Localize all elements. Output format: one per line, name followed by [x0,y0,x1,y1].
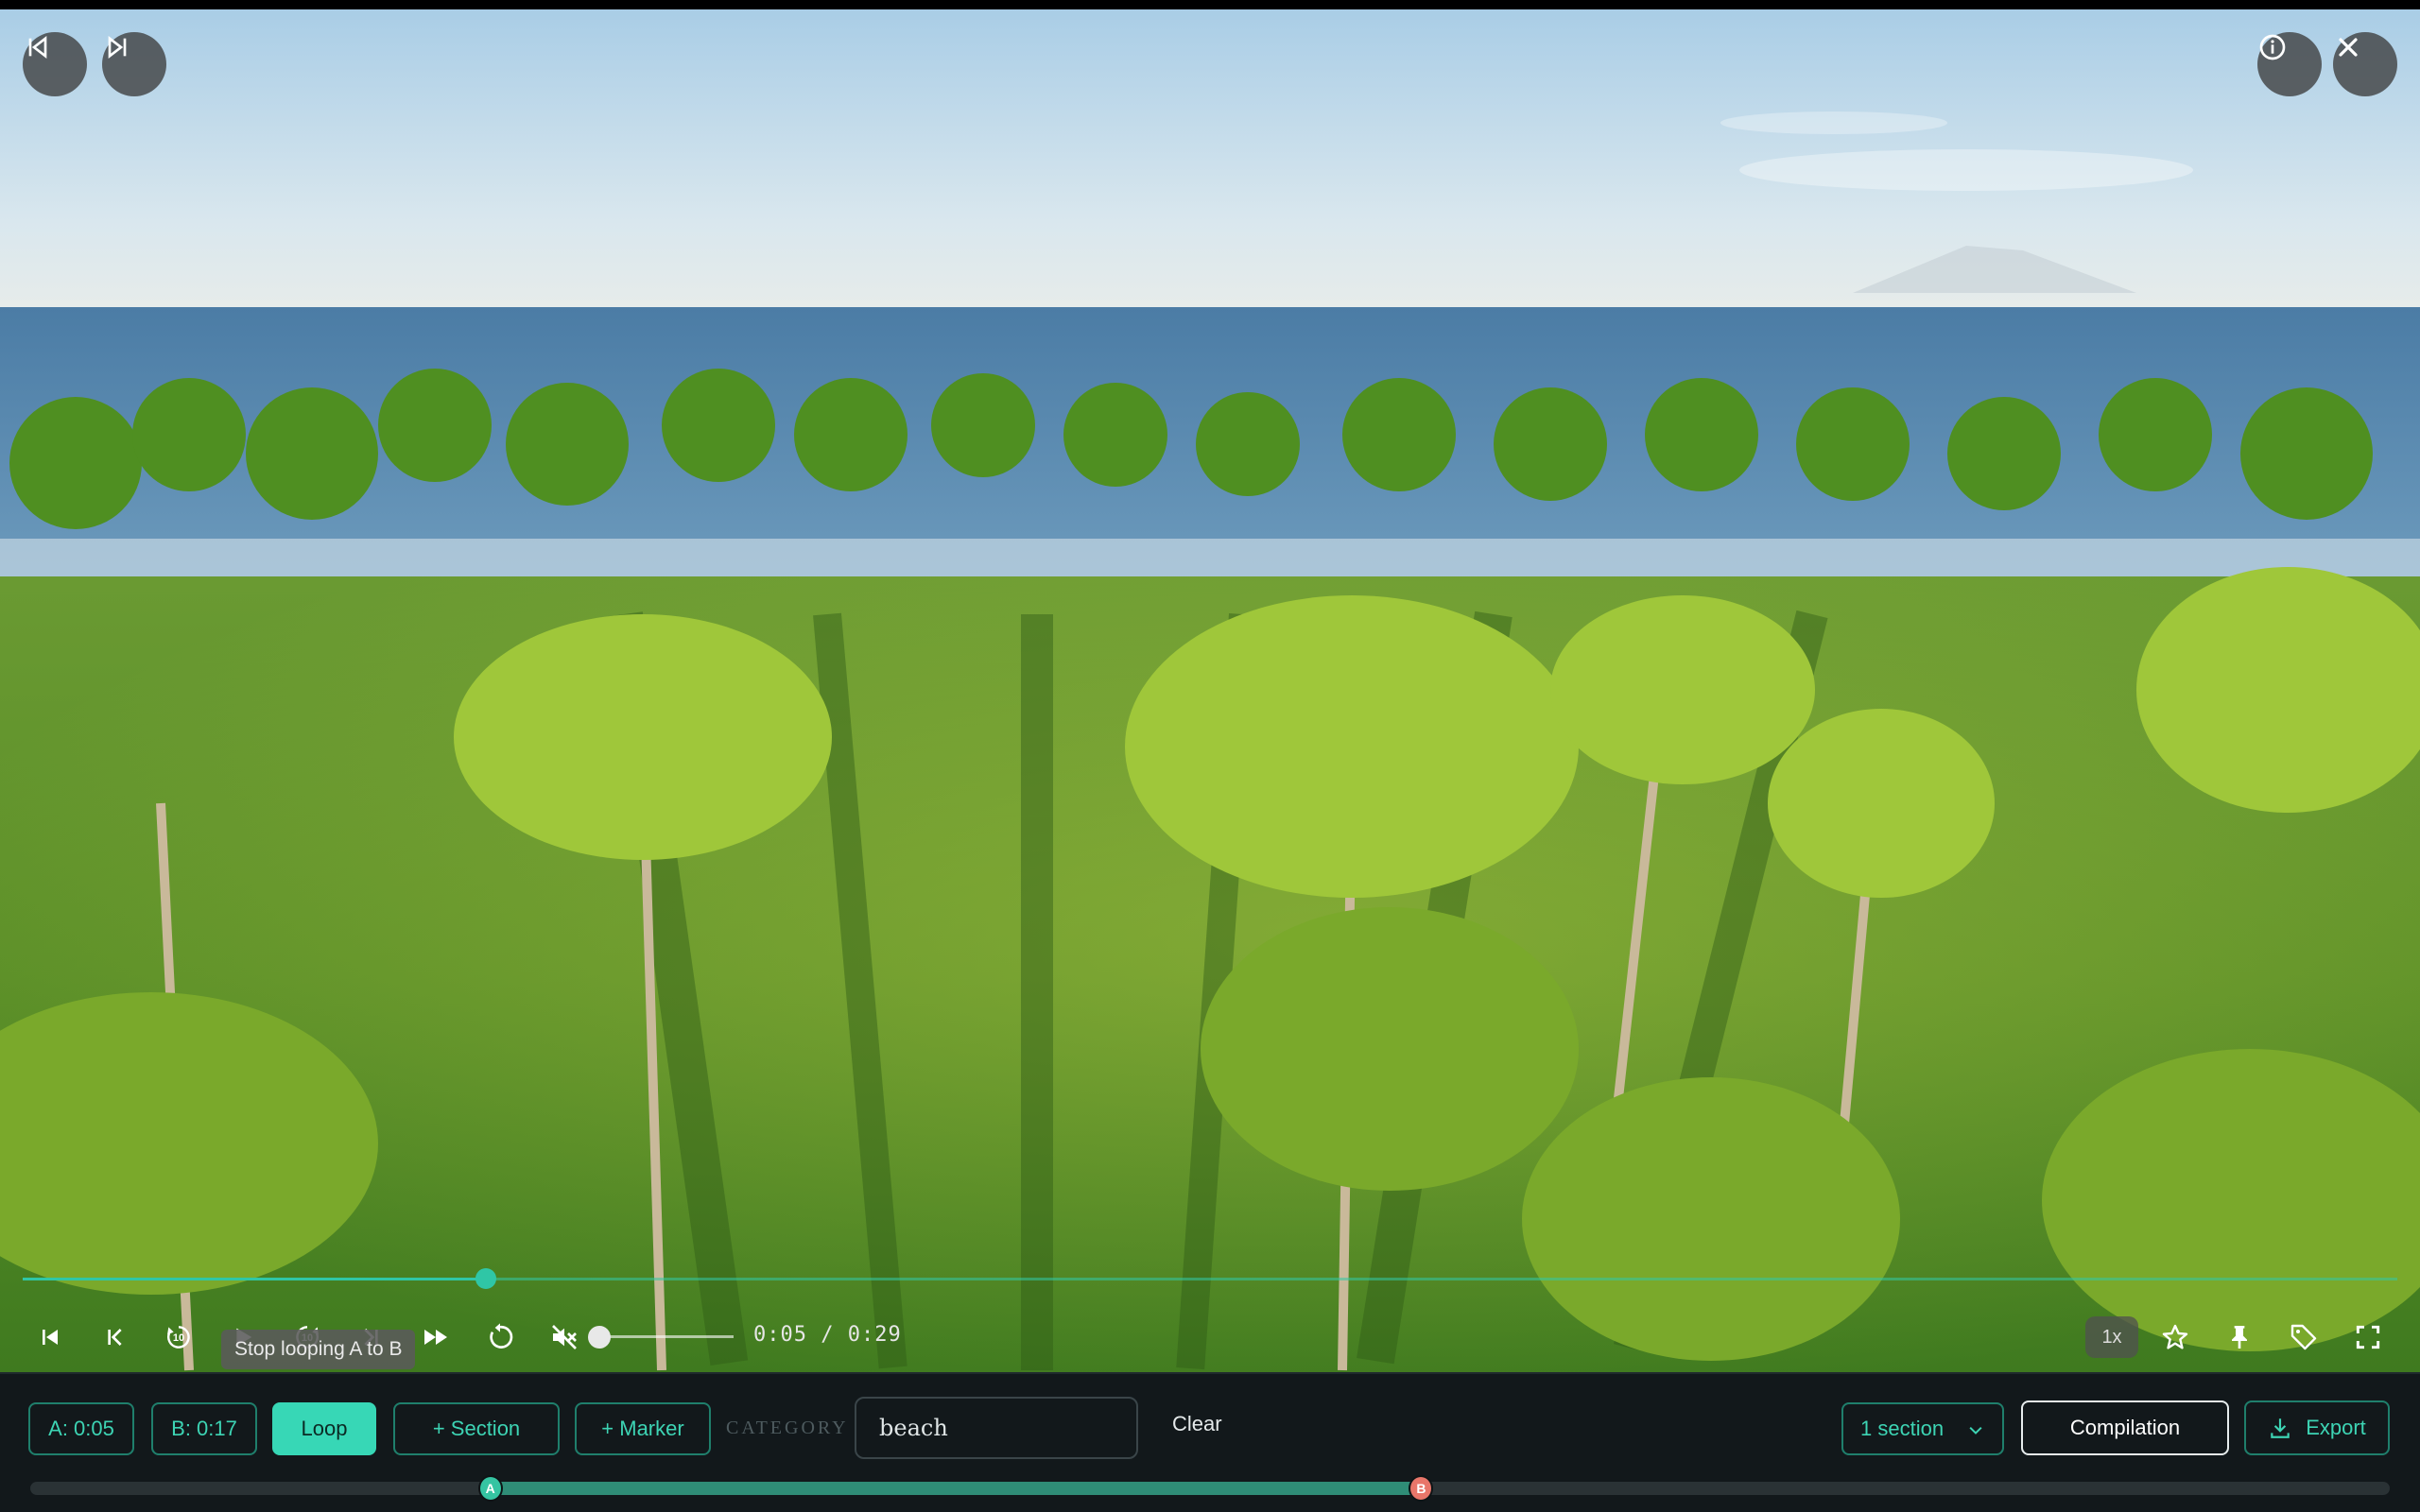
volume-slider-thumb[interactable] [588,1326,611,1349]
go-to-start-button[interactable] [26,1314,74,1361]
fullscreen-button[interactable] [2344,1314,2392,1361]
category-label: CATEGORY [726,1418,849,1438]
volume-slider[interactable] [601,1335,734,1338]
add-marker-button[interactable]: + Marker [575,1402,711,1455]
close-icon [2339,38,2358,57]
info-icon [2259,34,2286,60]
loop-start-handle[interactable]: A [477,1475,503,1502]
video-scene [0,9,2420,1372]
download-icon [2271,1418,2290,1438]
playback-speed-button[interactable]: 1x [2085,1316,2138,1358]
loop-range-fill [490,1482,1422,1495]
fast-forward-icon [424,1330,447,1345]
section-select[interactable]: 1 section [1841,1402,2004,1455]
mute-button[interactable] [541,1314,588,1361]
previous-frame-icon [108,1329,122,1346]
pin-icon [2232,1326,2247,1349]
player-controls: 10 10 0:05 / 0:29 Stop looping A to B 1x [0,1304,2420,1370]
chevron-down-icon [1969,1426,1982,1435]
compilation-button[interactable]: Compilation [2021,1400,2229,1455]
tag-icon [2290,1324,2317,1350]
skip-next-icon [108,35,127,60]
loop-range-track[interactable]: A B [30,1475,2390,1502]
skip-previous-button[interactable] [23,32,87,96]
set-a-point-button[interactable]: A: 0:05 [28,1402,134,1455]
export-label: Export [2306,1416,2366,1439]
fullscreen-icon [2356,1325,2380,1349]
fast-forward-button[interactable] [412,1314,459,1361]
tag-button[interactable] [2280,1314,2327,1361]
video-frame[interactable] [0,9,2420,1372]
time-display: 0:05 / 0:29 [753,1323,902,1347]
favorite-button[interactable] [2152,1314,2199,1361]
loop-end-handle[interactable]: B [1409,1475,1434,1502]
replay-icon [490,1323,513,1349]
skip-next-button[interactable] [102,32,166,96]
volume-muted-icon [552,1325,577,1349]
pin-button[interactable] [2216,1314,2263,1361]
section-select-value: 1 section [1860,1417,1945,1440]
clear-button[interactable]: Clear [1172,1412,1222,1436]
loop-panel: A: 0:05 B: 0:17 Loop + Section + Marker … [0,1372,2420,1512]
close-button[interactable] [2333,32,2397,96]
loop-tooltip: Stop looping A to B [221,1330,416,1369]
seek-bar[interactable] [23,1268,2397,1289]
set-b-point-button[interactable]: B: 0:17 [151,1402,257,1455]
info-button[interactable] [2257,32,2322,96]
rewind-10-label: 10 [172,1332,185,1344]
go-to-start-icon [43,1330,58,1345]
skip-previous-icon [28,35,47,60]
add-section-button[interactable]: + Section [393,1402,560,1455]
seek-bar-thumb[interactable] [475,1268,496,1289]
previous-frame-button[interactable] [91,1314,138,1361]
loop-button[interactable]: Loop [272,1402,376,1455]
star-icon [2162,1324,2188,1349]
rewind-10-button[interactable]: 10 [155,1314,202,1361]
category-input[interactable] [855,1397,1138,1459]
replay-button[interactable] [476,1314,524,1361]
seek-bar-progress [23,1278,486,1280]
export-button[interactable]: Export [2244,1400,2390,1455]
